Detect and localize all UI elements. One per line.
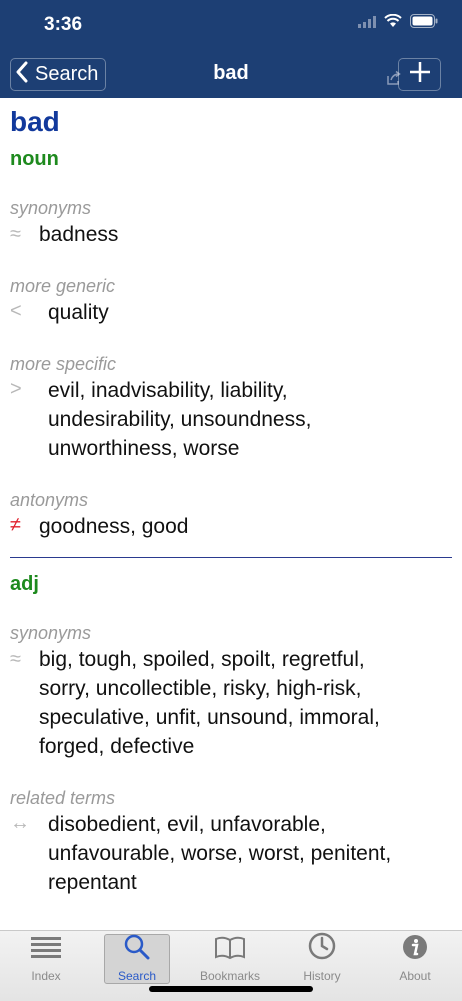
- tab-index[interactable]: Index: [11, 931, 81, 983]
- add-bookmark-button[interactable]: [398, 58, 441, 91]
- antonyms-text: goodness, good: [39, 515, 189, 538]
- tab-history[interactable]: History: [287, 931, 357, 983]
- tab-search-label: Search: [117, 969, 157, 983]
- tab-about[interactable]: About: [380, 931, 450, 983]
- tab-bookmarks-label: Bookmarks: [199, 969, 261, 983]
- clock-icon: [308, 932, 336, 965]
- less-than-icon: <: [10, 300, 22, 322]
- more-specific-text: evil, inadvisability, liability, undesir…: [48, 379, 312, 460]
- definition-content: bad noun synonyms ≈ badness more generic…: [0, 98, 462, 930]
- tab-bookmarks[interactable]: Bookmarks: [195, 931, 265, 983]
- navigation-header: 3:36 Search bad: [0, 0, 462, 98]
- tab-history-label: History: [303, 969, 341, 983]
- info-icon: [402, 934, 428, 965]
- adj-synonyms-text: big, tough, spoiled, spoilt, regretful, …: [39, 648, 380, 758]
- section-label-antonyms: antonyms: [10, 490, 89, 510]
- more-generic-text: quality: [48, 301, 109, 324]
- section-label-synonyms: synonyms: [10, 623, 92, 643]
- home-indicator: [149, 986, 313, 992]
- section-label-more-generic: more generic: [10, 276, 116, 296]
- approx-icon: ≈: [10, 223, 21, 245]
- section-divider: [10, 557, 452, 558]
- greater-than-icon: >: [10, 378, 22, 400]
- tab-search[interactable]: Search: [104, 934, 170, 984]
- part-of-speech-adj: adj: [10, 573, 39, 595]
- wifi-icon: [384, 13, 402, 33]
- bidirectional-arrow-icon: ↔: [10, 812, 30, 834]
- synonyms-text: badness: [39, 223, 119, 246]
- battery-icon: [410, 14, 438, 33]
- signal-icon: [358, 15, 376, 33]
- magnifier-icon: [124, 934, 150, 965]
- related-terms-text: disobedient, evil, unfavorable, unfavour…: [48, 813, 392, 894]
- section-label-related-terms: related terms: [10, 788, 116, 808]
- tab-about-label: About: [399, 969, 431, 983]
- status-icons: [358, 13, 438, 33]
- status-time: 3:36: [44, 14, 83, 35]
- section-label-synonyms: synonyms: [10, 198, 92, 218]
- tab-index-label: Index: [31, 969, 61, 983]
- approx-icon: ≈: [10, 648, 21, 670]
- plus-icon: [409, 61, 431, 88]
- not-equal-icon: ≠: [10, 514, 21, 536]
- list-icon: [31, 936, 61, 965]
- headword: bad: [10, 106, 60, 137]
- book-icon: [214, 936, 246, 965]
- section-label-more-specific: more specific: [10, 354, 117, 374]
- part-of-speech-noun: noun: [10, 148, 59, 170]
